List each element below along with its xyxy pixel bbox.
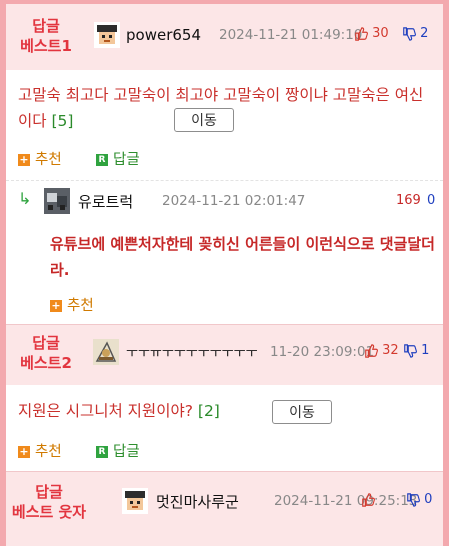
- downvote[interactable]: 0: [406, 492, 432, 507]
- downvote-count: 2: [420, 26, 429, 41]
- post-date: 11-20 23:09:01: [270, 344, 375, 360]
- downvote-count[interactable]: 0: [427, 193, 435, 208]
- plus-icon: +: [18, 445, 30, 458]
- user-avatar-icon: [93, 339, 119, 365]
- best-badge-2: 답글 베스트2: [20, 334, 72, 372]
- reply-count: [5]: [51, 112, 74, 130]
- post-date: 2024-11-21 02:01:47: [162, 193, 306, 209]
- upvote-count: 30: [372, 26, 389, 41]
- reply-button[interactable]: R 답글: [96, 148, 140, 169]
- reply-count: [2]: [197, 402, 220, 420]
- downvote[interactable]: 2: [402, 26, 428, 41]
- reply-button[interactable]: R 답글: [96, 440, 140, 461]
- thumbs-down-icon: [407, 492, 420, 507]
- upvote[interactable]: [361, 492, 375, 507]
- best-comment-header-1: 답글 베스트1 power654 2024-11-21 01:49:10 30 2: [6, 4, 443, 70]
- user-avatar-icon: [122, 488, 148, 514]
- move-button[interactable]: 이동: [174, 108, 234, 132]
- recommend-button[interactable]: + 추천: [18, 148, 62, 169]
- downvote-count: 0: [424, 492, 433, 507]
- post-date: 2024-11-21 09:25:13: [274, 493, 418, 509]
- author-nickname[interactable]: 멋진마사루군: [156, 491, 239, 512]
- upvote[interactable]: 32: [364, 343, 399, 358]
- thumbs-up-icon: [365, 343, 378, 358]
- author-nickname[interactable]: power654: [126, 26, 201, 44]
- author-nickname[interactable]: ㅜㅜㅠㅜㅜㅜㅜㅜㅜㅜㅜ: [126, 342, 258, 361]
- downvote[interactable]: 1: [403, 343, 429, 358]
- upvote[interactable]: 30: [354, 26, 389, 41]
- upvote-count[interactable]: 169: [396, 193, 421, 208]
- best-badge-1: 답글 베스트1: [20, 17, 72, 55]
- author-nickname[interactable]: 유로트럭: [78, 191, 133, 212]
- best-comment-header-3: 답글 베스트 웃자 멋진마사루군 2024-11-21 09:25:13 0: [6, 472, 443, 546]
- user-avatar-icon: [44, 188, 70, 214]
- thumbs-down-icon: [404, 343, 417, 358]
- best-badge-3: 답글 베스트 웃자: [11, 483, 87, 521]
- reply-text: 유튜브에 예쁜처자한테 꽂히신 어른들이 이런식으로 댓글달더라.: [50, 235, 435, 279]
- divider: [6, 180, 443, 181]
- post-date: 2024-11-21 01:49:10: [219, 27, 363, 43]
- reply-arrow-icon: ↳: [18, 189, 32, 208]
- reply-icon: R: [96, 446, 108, 458]
- upvote-count: 32: [382, 343, 399, 358]
- best-comment-header-2: 답글 베스트2 ㅜㅜㅠㅜㅜㅜㅜㅜㅜㅜㅜ 11-20 23:09:01 32 1: [6, 325, 443, 385]
- plus-icon: +: [18, 153, 30, 166]
- thumbs-up-icon: [355, 26, 368, 41]
- comment-text: 지원은 시그니처 지원이야? [2]: [18, 402, 220, 420]
- plus-icon: +: [50, 299, 62, 312]
- recommend-button[interactable]: + 추천: [18, 440, 62, 461]
- thumbs-up-icon: [362, 492, 375, 507]
- user-avatar-icon: [94, 22, 120, 48]
- move-button[interactable]: 이동: [272, 400, 332, 424]
- downvote-count: 1: [421, 343, 430, 358]
- reply-icon: R: [96, 154, 108, 166]
- recommend-button[interactable]: + 추천: [50, 294, 94, 315]
- thumbs-down-icon: [403, 26, 416, 41]
